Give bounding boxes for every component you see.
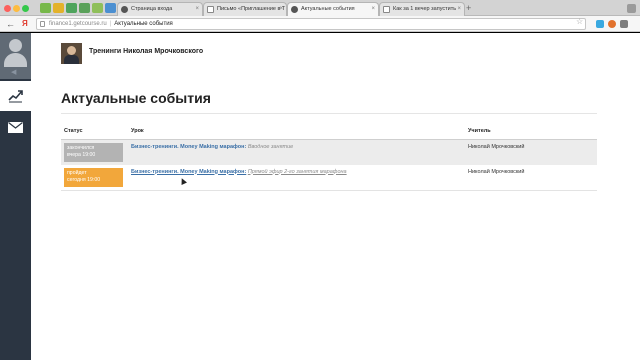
minimize-window-button[interactable]: [13, 5, 20, 12]
menu-icon[interactable]: [620, 20, 628, 28]
status-badge: закончился вчера 19:00: [64, 142, 123, 162]
table-row: пройдет сегодня 19:00 Бизнес-тренинги. M…: [61, 164, 597, 191]
tab-current-events[interactable]: Актуальные события ×: [287, 2, 379, 17]
status-text: пройдет: [67, 169, 87, 176]
events-table: Статус Урок Учитель закончился вчера 19:…: [61, 124, 597, 191]
new-tab-button[interactable]: +: [466, 3, 471, 13]
url-host: finance1.getcourse.ru: [49, 21, 107, 27]
sidebar-item-messages[interactable]: [0, 113, 31, 143]
pinned-tab-icon[interactable]: [40, 3, 51, 13]
url-title: Актуальные события: [114, 21, 173, 27]
lesson-link[interactable]: Бизнес-тренинги. Money Making марафон:: [131, 169, 246, 175]
avatar-body: [4, 53, 27, 67]
page-title: Актуальные события: [61, 90, 211, 106]
column-teacher: Учитель: [465, 124, 597, 140]
close-tab-icon[interactable]: ×: [457, 3, 461, 15]
status-cell: закончился вчера 19:00: [61, 139, 128, 165]
page-icon: [40, 21, 45, 27]
pinned-tab-icon[interactable]: [105, 3, 116, 13]
lesson-cell: Бизнес-тренинги. Money Making марафон: В…: [128, 139, 465, 165]
status-time: сегодня 19:00: [67, 177, 101, 183]
teacher-cell: Николай Мрочковский: [468, 168, 525, 175]
profile-icon[interactable]: [627, 4, 636, 13]
maximize-window-button[interactable]: [22, 5, 29, 12]
yandex-icon[interactable]: Я: [22, 18, 28, 30]
logo-body: [64, 55, 79, 64]
browser-tab-bar: Страница входа × Письмо «Приглашение в Т…: [0, 0, 640, 17]
tab-label: Страница входа: [131, 6, 173, 12]
status-text: закончился: [67, 144, 95, 151]
table-row: закончился вчера 19:00 Бизнес-тренинги. …: [61, 139, 597, 165]
back-icon[interactable]: ←: [6, 18, 15, 30]
close-window-button[interactable]: [4, 5, 11, 12]
title-divider: [61, 113, 597, 114]
column-lesson: Урок: [128, 124, 465, 140]
pinned-tab-icon[interactable]: [79, 3, 90, 13]
tab-label: Как за 1 вечер запустить: [393, 6, 457, 12]
tab-label: Письмо «Приглашение в Т: [217, 6, 286, 12]
lesson-link[interactable]: Бизнес-тренинги. Money Making марафон:: [131, 144, 246, 150]
mail-icon: [8, 122, 23, 133]
lesson-subtitle[interactable]: Вводное занятие: [248, 144, 293, 150]
sidebar-item-trainings[interactable]: [0, 81, 31, 111]
address-toolbar: ← Я finance1.getcourse.ru | Актуальные соб…: [0, 16, 640, 32]
logo-face: [67, 46, 76, 55]
lesson-subtitle[interactable]: Прямой эфир 2-го занятия марафона: [248, 169, 347, 175]
extension-icon[interactable]: [608, 20, 616, 28]
pinned-tab-icon[interactable]: [53, 3, 64, 13]
status-badge: пройдет сегодня 19:00: [64, 167, 123, 187]
chart-icon: [8, 90, 23, 103]
sidebar: ◀: [0, 33, 31, 360]
close-tab-icon[interactable]: ×: [195, 3, 199, 15]
tab-label: Актуальные события: [301, 6, 355, 12]
close-tab-icon[interactable]: ×: [279, 3, 283, 15]
extension-icon[interactable]: [596, 20, 604, 28]
getcourse-icon: [291, 6, 298, 13]
doc-icon: [383, 6, 390, 13]
table-header-row: Статус Урок Учитель: [61, 124, 597, 140]
collapse-icon[interactable]: ◀: [11, 68, 16, 76]
pinned-tab-icon[interactable]: [66, 3, 77, 13]
tab-letter[interactable]: Письмо «Приглашение в Т ×: [203, 2, 287, 16]
status-cell: пройдет сегодня 19:00: [61, 165, 128, 191]
column-status: Статус: [61, 124, 128, 140]
tab-article[interactable]: Как за 1 вечер запустить ×: [379, 2, 465, 16]
main-content: Тренинги Николая Мрочковского Актуальные…: [31, 33, 640, 360]
lesson-cell: Бизнес-тренинги. Money Making марафон: П…: [128, 165, 465, 191]
pinned-tab-icon[interactable]: [92, 3, 103, 13]
close-tab-icon[interactable]: ×: [371, 3, 375, 15]
avatar[interactable]: ◀: [0, 33, 31, 79]
address-bar[interactable]: finance1.getcourse.ru | Актуальные события: [36, 18, 586, 30]
avatar-icon: [9, 39, 22, 52]
getcourse-icon: [121, 6, 128, 13]
doc-icon: [207, 6, 214, 13]
brand-name[interactable]: Тренинги Николая Мрочковского: [89, 48, 203, 55]
star-icon[interactable]: ☆: [576, 17, 583, 26]
teacher-cell: Николай Мрочковский: [468, 143, 525, 150]
status-time: вчера 19:00: [67, 152, 96, 158]
brand-logo[interactable]: [61, 43, 82, 64]
url-separator: |: [109, 21, 112, 27]
tab-login[interactable]: Страница входа ×: [117, 2, 203, 16]
